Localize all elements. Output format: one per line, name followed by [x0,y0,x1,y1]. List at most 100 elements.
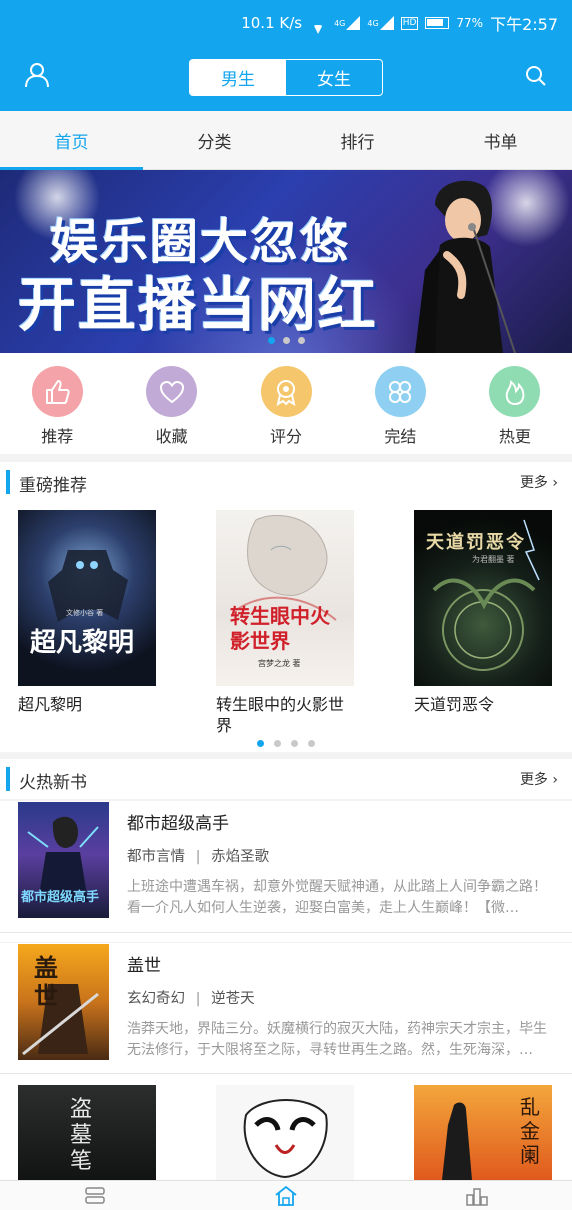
book-description: 上班途中遭遇车祸，却意外觉醒天赋神通，从此踏上人间争霸之路！看一介凡人如何人生逆… [127,879,547,916]
section-header: 火热新书 更多 › [0,759,572,799]
battery-level: 77% [456,16,484,30]
cover-author: 宫梦之龙 著 [258,659,301,668]
network-type-2: 4G [367,18,379,28]
page-dot[interactable] [297,337,305,344]
featured-section: 重磅推荐 更多 › 超凡黎明 文修小谷 著 超凡黎明 转生眼中火影世界 宫梦之龙… [0,462,572,752]
meta-separator: | [195,991,201,1007]
tab-ranking[interactable]: 排行 [286,111,429,169]
new-books-section: 火热新书 更多 › [0,759,572,799]
page-dot[interactable] [257,740,264,747]
page-dot[interactable] [282,337,290,344]
network-type-1: 4G [334,18,346,28]
tab-female[interactable]: 女生 [286,60,382,95]
section-header: 重磅推荐 更多 › [0,462,572,502]
nav-ranking[interactable] [381,1181,572,1210]
more-label: 更多 [519,475,548,491]
book-card[interactable]: 超凡黎明 文修小谷 著 超凡黎明 [18,510,156,736]
status-bar: 10.1 K/s 4G 4G HD 77% 下午2:57 [0,0,572,42]
section-accent-bar [6,470,10,494]
gender-switch: 男生 女生 [189,59,383,96]
tab-category[interactable]: 分类 [143,111,286,169]
user-icon[interactable] [24,62,50,88]
promo-banner[interactable]: 娱乐圈大忽悠 开直播当网红 [0,170,572,353]
cover-title: 都市超级高手 [21,890,100,905]
cover-title: 天道罚恶令 [426,532,526,553]
bottom-navigation [0,1180,572,1210]
book-cover: 超凡黎明 文修小谷 著 [18,510,156,686]
book-grid: 盗墓笔 乱金阑 [0,1074,572,1180]
cover-author: 为君翻墨 著 [472,555,515,564]
book-card[interactable]: 天道罚恶令 为君翻墨 著 天道罚恶令 [414,510,552,736]
page-dot[interactable] [308,740,315,747]
featured-list: 超凡黎明 文修小谷 著 超凡黎明 转生眼中火影世界 宫梦之龙 著 转生眼中的火影… [0,502,572,736]
search-icon[interactable] [525,65,547,87]
book-name: 天道罚恶令 [414,695,495,714]
thumbs-up-icon [31,366,83,417]
quick-item-favorites[interactable]: 收藏 [114,353,228,454]
main-tabs: 首页 分类 排行 书单 [0,111,572,170]
clock: 下午2:57 [490,15,558,34]
cover-title: 盖世 [34,954,58,1010]
opera-mask-illustration [243,1099,328,1179]
book-meta: 都市言情 | 赤焰圣歌 [127,845,269,866]
list-item[interactable]: 盖世 盖世 玄幻奇幻 | 逆苍天 浩莽天地，界陆三分。妖魔横行的寂灭大陆，药神宗… [0,943,572,1084]
quick-item-label: 收藏 [155,427,188,446]
cover-title: 乱金阑 [520,1095,540,1167]
tab-booklist[interactable]: 书单 [429,111,572,169]
hd-badge: HD [400,16,419,30]
tab-male[interactable]: 男生 [190,60,286,95]
book-card[interactable]: 转生眼中火影世界 宫梦之龙 著 转生眼中的火影世界 [216,510,354,736]
heart-icon [146,366,198,417]
bookshelf-icon [85,1186,106,1204]
book-author: 赤焰圣歌 [211,849,270,865]
page-dot[interactable] [267,337,275,344]
meta-separator: | [195,849,201,865]
cover-title: 超凡黎明 [30,628,135,658]
list-item[interactable]: 都市超级高手 都市超级高手 都市言情 | 赤焰圣歌 上班途中遭遇车祸，却意外觉醒… [0,801,572,942]
tab-home[interactable]: 首页 [0,111,143,170]
medal-icon [260,366,312,417]
more-label: 更多 [519,772,548,788]
book-genre: 玄幻奇幻 [127,991,185,1007]
nav-bookshelf[interactable] [0,1181,191,1210]
quick-item-label: 热更 [498,427,531,446]
more-link[interactable]: 更多 › [520,769,558,789]
section-title: 重磅推荐 [19,476,87,496]
top-header: 10.1 K/s 4G 4G HD 77% 下午2:57 男生 女生 [0,0,572,111]
chevron-right-icon: › [552,475,558,491]
book-name: 超凡黎明 [18,695,83,714]
quick-item-rating[interactable]: 评分 [229,353,343,454]
signal-icon [379,16,394,30]
book-cover[interactable]: 乱金阑 [414,1085,552,1180]
network-speed: 10.1 K/s [241,14,303,32]
banner-pagination [0,337,572,344]
quick-item-completed[interactable]: 完结 [343,353,457,454]
quick-item-label: 完结 [384,427,417,446]
more-link[interactable]: 更多 › [520,472,558,492]
book-cover[interactable]: 盗墓笔 [18,1085,156,1180]
book-cover[interactable] [216,1085,354,1180]
book-cover: 转生眼中火影世界 宫梦之龙 著 [216,510,354,686]
book-title: 都市超级高手 [127,814,229,834]
chevron-right-icon: › [552,772,558,788]
signal-icon [346,16,361,30]
page-dot[interactable] [274,740,281,747]
wifi-icon [309,16,327,30]
section-accent-bar [6,767,10,791]
featured-pagination [0,740,572,747]
robot-illustration [48,550,128,622]
book-genre: 都市言情 [127,849,185,865]
cover-title: 盗墓笔 [70,1097,93,1174]
nav-home[interactable] [191,1181,382,1210]
battery-icon [425,17,450,29]
cover-title: 转生眼中火影世界 [230,604,330,653]
clover-icon [374,366,426,417]
book-cover: 盖世 [18,944,109,1060]
page-dot[interactable] [291,740,298,747]
book-meta: 玄幻奇幻 | 逆苍天 [127,987,255,1008]
ranking-icon [465,1187,488,1206]
quick-item-label: 推荐 [41,427,74,446]
quick-item-label: 评分 [270,427,303,446]
quick-item-recommend[interactable]: 推荐 [0,353,114,454]
quick-item-hot[interactable]: 热更 [458,353,572,454]
